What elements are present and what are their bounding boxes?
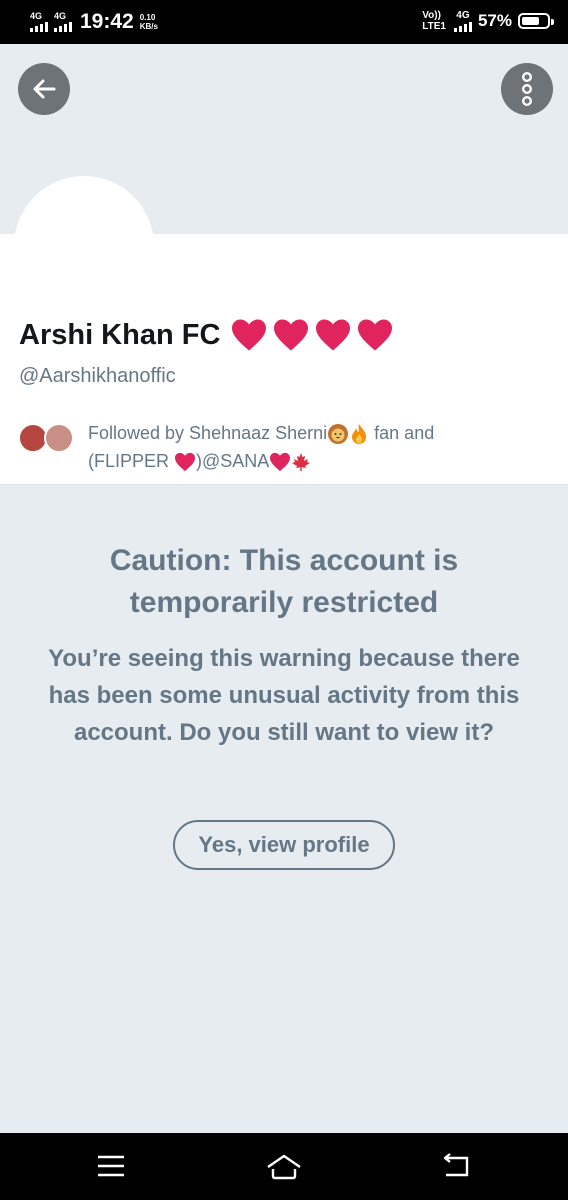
signal-bars-icon (453, 21, 472, 32)
warning-title: Caution: This account is temporarily res… (109, 544, 459, 619)
more-options-button[interactable] (501, 63, 553, 115)
restriction-warning: Caution: This account is temporarily res… (0, 540, 568, 751)
status-right: Vo)) LTE1 4G 57% (422, 9, 554, 32)
heart-icon (270, 453, 291, 472)
back-button[interactable] (18, 63, 70, 115)
network-speed: 0.10 KB/s (140, 13, 158, 31)
status-bar: 4G 4G 19:42 0.10 KB/s Vo)) LTE1 4G 57% (0, 0, 568, 44)
followed-by-part2: fan and (369, 423, 435, 443)
signal-bars-icon (30, 22, 48, 32)
heart-icon (175, 453, 196, 472)
heart-icon (274, 319, 309, 351)
followed-by-part3: (FLIPPER (88, 451, 175, 471)
name-hearts (230, 318, 394, 352)
followed-by-part4: )@SANA (196, 451, 270, 471)
lion-face-icon (328, 424, 349, 445)
heart-icon (316, 319, 351, 351)
back-arrow-icon (33, 79, 56, 99)
name-row: Arshi Khan FC (19, 318, 394, 352)
clock: 19:42 (80, 10, 134, 33)
system-nav-bar (0, 1133, 568, 1200)
avatar[interactable] (14, 176, 154, 316)
view-profile-button[interactable]: Yes, view profile (173, 820, 395, 870)
home-icon[interactable] (266, 1153, 302, 1181)
status-left: 4G 4G 19:42 0.10 KB/s (30, 10, 158, 34)
display-name: Arshi Khan FC (19, 318, 221, 351)
followed-by-text: Followed by Shehnaaz Sherni fan and (FLI… (88, 419, 508, 475)
fire-icon (352, 424, 367, 445)
data-indicator: 4G (453, 9, 472, 32)
follower-avatar (44, 423, 74, 453)
follower-avatars (18, 419, 74, 457)
maple-leaf-icon (292, 453, 311, 472)
battery-percent: 57% (477, 11, 512, 30)
menu-icon[interactable] (96, 1153, 126, 1179)
warning-body: You’re seeing this warning because there… (48, 645, 520, 746)
volte-indicator: Vo)) LTE1 (422, 10, 446, 32)
signal-bars-icon (54, 22, 72, 32)
signal-2: 4G (54, 12, 72, 32)
volte-top: Vo)) (422, 10, 441, 21)
battery-icon (518, 13, 554, 29)
heart-icon (232, 319, 267, 351)
followed-by-part1: Followed by Shehnaaz Sherni (88, 423, 328, 443)
back-nav-icon[interactable] (442, 1153, 470, 1179)
speed-unit: KB/s (139, 22, 158, 31)
more-vertical-icon (521, 72, 532, 107)
volte-bottom: LTE1 (422, 21, 446, 32)
followed-by[interactable]: Followed by Shehnaaz Sherni fan and (FLI… (18, 419, 508, 475)
data-type: 4G (456, 9, 470, 21)
signal-1: 4G (30, 12, 48, 32)
speed-value: 0.10 (139, 13, 156, 22)
heart-icon (358, 319, 393, 351)
network-type-1: 4G (30, 11, 43, 21)
user-handle: @Aarshikhanoffic (19, 365, 176, 387)
network-type-2: 4G (54, 11, 67, 21)
